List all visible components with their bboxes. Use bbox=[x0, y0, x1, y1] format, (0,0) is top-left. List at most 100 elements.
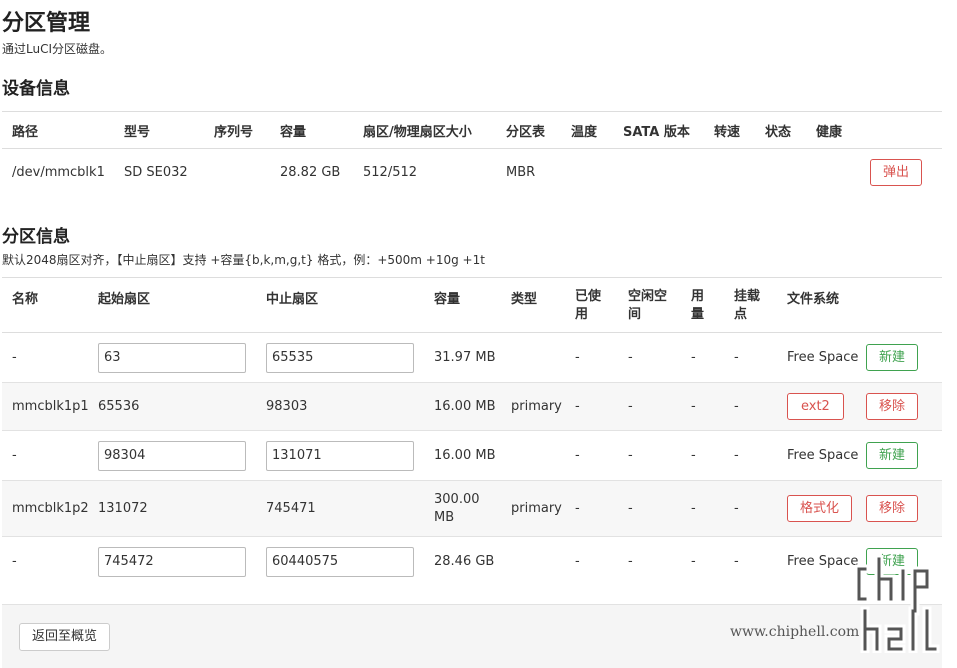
col-used: 已使用 bbox=[575, 289, 602, 322]
col-sector-size: 扇区/物理扇区大小 bbox=[363, 124, 472, 140]
partition-row: - 31.97 MB - - - - Free Space 新建 bbox=[2, 333, 942, 383]
filesystem-ext2-button[interactable]: ext2 bbox=[787, 393, 844, 420]
col-health: 健康 bbox=[816, 124, 843, 140]
start-sector-input[interactable] bbox=[98, 546, 246, 577]
partition-mount: - bbox=[734, 448, 739, 463]
partition-name: - bbox=[12, 554, 17, 570]
partition-mount: - bbox=[734, 399, 739, 414]
partition-name: mmcblk1p1 bbox=[12, 399, 89, 414]
partition-row: mmcblk1p2 131072 745471 300.00 MB primary… bbox=[2, 480, 942, 537]
col-filesystem: 文件系统 bbox=[787, 292, 840, 307]
col-size: 容量 bbox=[434, 292, 461, 307]
col-end-sector: 中止扇区 bbox=[266, 292, 319, 307]
device-sata-version bbox=[613, 149, 704, 196]
partition-row: - 28.46 GB - - - - Free Space 新建 bbox=[2, 537, 942, 587]
partition-usage: - bbox=[691, 350, 696, 365]
partition-used: - bbox=[575, 399, 580, 414]
partition-free: - bbox=[628, 399, 633, 414]
partition-used: - bbox=[575, 448, 580, 463]
partition-name: - bbox=[12, 448, 17, 463]
device-temperature bbox=[561, 149, 613, 196]
page-title: 分区管理 bbox=[2, 11, 91, 36]
device-partition-table: MBR bbox=[506, 164, 536, 180]
col-rpm: 转速 bbox=[714, 124, 741, 140]
device-serial bbox=[204, 149, 270, 196]
partition-usage: - bbox=[691, 501, 696, 516]
partition-table: 名称 起始扇区 中止扇区 容量 类型 已使用 空闲空间 用量 挂载点 文件系统 … bbox=[2, 277, 942, 587]
partition-usage: - bbox=[691, 399, 696, 414]
col-capacity: 容量 bbox=[280, 124, 307, 140]
partition-end: 98303 bbox=[266, 399, 308, 414]
partition-size: 16.00 MB bbox=[434, 448, 496, 463]
partition-filesystem: Free Space bbox=[787, 448, 859, 463]
partition-usage: - bbox=[691, 554, 696, 570]
device-section-title: 设备信息 bbox=[2, 79, 70, 99]
partition-end: 745471 bbox=[266, 501, 316, 516]
partition-start: 131072 bbox=[98, 501, 148, 516]
partition-used: - bbox=[575, 554, 580, 570]
col-type: 类型 bbox=[511, 292, 538, 307]
device-rpm bbox=[704, 149, 755, 196]
partition-type bbox=[501, 537, 565, 587]
device-health bbox=[806, 149, 857, 196]
start-sector-input[interactable] bbox=[98, 440, 246, 471]
partition-free: - bbox=[628, 501, 633, 516]
end-sector-input[interactable] bbox=[266, 342, 414, 373]
eject-button[interactable]: 弹出 bbox=[870, 158, 923, 186]
partition-row: - 16.00 MB - - - - Free Space 新建 bbox=[2, 431, 942, 481]
partition-mount: - bbox=[734, 350, 739, 365]
partition-section-title: 分区信息 bbox=[2, 227, 70, 247]
partition-free: - bbox=[628, 448, 633, 463]
device-table: 路径 型号 序列号 容量 扇区/物理扇区大小 分区表 温度 SATA 版本 转速… bbox=[2, 111, 942, 196]
col-partition-table: 分区表 bbox=[506, 124, 546, 140]
partition-type: primary bbox=[511, 501, 562, 516]
page-description: 通过LuCI分区磁盘。 bbox=[2, 42, 112, 56]
col-status: 状态 bbox=[765, 124, 792, 140]
new-partition-button[interactable]: 新建 bbox=[866, 344, 919, 371]
partition-table-header: 名称 起始扇区 中止扇区 容量 类型 已使用 空闲空间 用量 挂载点 文件系统 bbox=[2, 277, 942, 333]
col-mount-point: 挂载点 bbox=[734, 289, 761, 322]
col-usage: 用量 bbox=[691, 289, 705, 322]
device-table-header: 路径 型号 序列号 容量 扇区/物理扇区大小 分区表 温度 SATA 版本 转速… bbox=[2, 111, 942, 149]
col-model: 型号 bbox=[124, 124, 151, 140]
col-temperature: 温度 bbox=[571, 124, 598, 140]
start-sector-input[interactable] bbox=[98, 342, 246, 373]
partition-filesystem: Free Space bbox=[787, 554, 859, 570]
format-button[interactable]: 格式化 bbox=[787, 495, 853, 522]
end-sector-input[interactable] bbox=[266, 546, 414, 577]
device-capacity: 28.82 GB bbox=[280, 164, 341, 180]
remove-partition-button[interactable]: 移除 bbox=[866, 393, 919, 420]
partition-type: primary bbox=[511, 399, 562, 414]
partition-free: - bbox=[628, 554, 633, 570]
col-name: 名称 bbox=[12, 292, 39, 307]
partition-size: 300.00 MB bbox=[434, 491, 480, 525]
col-path: 路径 bbox=[12, 124, 39, 140]
back-to-overview-button[interactable]: 返回至概览 bbox=[19, 623, 111, 651]
remove-partition-button[interactable]: 移除 bbox=[866, 495, 919, 522]
device-status bbox=[755, 149, 806, 196]
partition-mount: - bbox=[734, 554, 739, 570]
partition-section-description: 默认2048扇区对齐，【中止扇区】支持 +容量{b,k,m,g,t} 格式，例：… bbox=[2, 253, 485, 267]
partition-size: 16.00 MB bbox=[434, 399, 496, 414]
end-sector-input[interactable] bbox=[266, 440, 414, 471]
partition-row: mmcblk1p1 65536 98303 16.00 MB primary -… bbox=[2, 382, 942, 431]
watermark-text: www.chiphell.com bbox=[730, 624, 860, 640]
partition-type bbox=[501, 333, 565, 383]
partition-used: - bbox=[575, 501, 580, 516]
new-partition-button[interactable]: 新建 bbox=[866, 442, 919, 469]
partition-start: 65536 bbox=[98, 399, 140, 414]
partition-mount: - bbox=[734, 501, 739, 516]
partition-used: - bbox=[575, 350, 580, 365]
partition-size: 31.97 MB bbox=[434, 350, 496, 365]
col-serial: 序列号 bbox=[214, 124, 254, 140]
partition-free: - bbox=[628, 350, 633, 365]
partition-name: - bbox=[12, 350, 17, 365]
partition-type bbox=[501, 431, 565, 481]
partition-name: mmcblk1p2 bbox=[12, 501, 89, 516]
partition-filesystem: Free Space bbox=[787, 350, 859, 365]
partition-size: 28.46 GB bbox=[434, 554, 495, 570]
device-model: SD SE032 bbox=[124, 164, 188, 180]
device-sector-size: 512/512 bbox=[363, 164, 418, 180]
col-sata-version: SATA 版本 bbox=[623, 124, 690, 140]
chiphell-logo-icon bbox=[855, 555, 940, 653]
